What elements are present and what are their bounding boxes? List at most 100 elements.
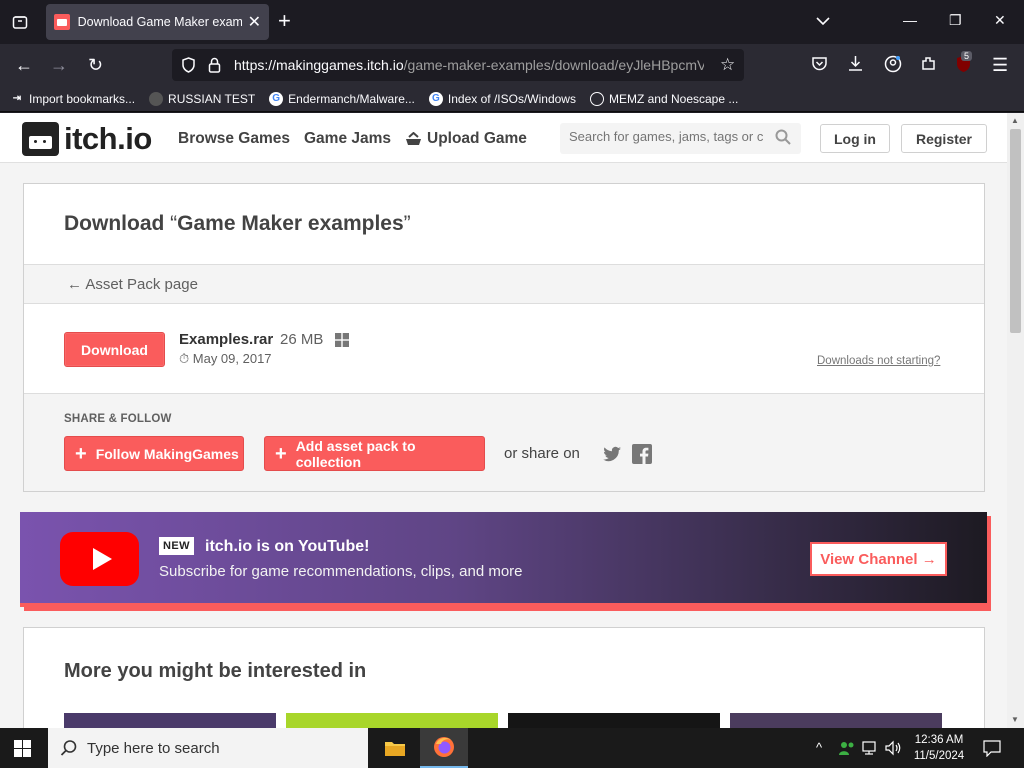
bookmark-item[interactable]: MEMZ and Noescape ...	[589, 91, 738, 106]
itch-logo[interactable]: itch.io	[22, 121, 152, 157]
notifications-icon[interactable]	[983, 740, 1001, 760]
itch-favicon-icon	[54, 14, 70, 30]
account-icon[interactable]	[884, 55, 902, 77]
taskbar-clock[interactable]: 12:36 AM 11/5/2024	[906, 732, 972, 764]
forward-arrow-icon[interactable]: →	[50, 55, 68, 75]
extension-badge: 5	[961, 51, 973, 61]
clock-time: 12:36 AM	[914, 734, 964, 746]
login-button[interactable]: Log in	[820, 124, 890, 153]
downloads-help-link[interactable]: Downloads not starting?	[817, 355, 940, 367]
download-panel: Download “Game Maker examples” ← Asset P…	[23, 183, 985, 492]
google-icon: G	[269, 91, 284, 106]
youtube-logo-icon	[60, 532, 139, 586]
browser-tab-bar: Download Game Maker examples ✕ + — ❐ ✕	[0, 0, 1024, 44]
logo-text: itch.io	[64, 121, 152, 156]
chevron-down-icon[interactable]	[816, 13, 830, 31]
share-title: SHARE & FOLLOW	[64, 413, 172, 425]
windows-start-icon[interactable]	[14, 740, 31, 757]
taskbar-search[interactable]: Type here to search	[48, 728, 368, 768]
bookmarks-bar: ⇥ Import bookmarks... RUSSIAN TEST G End…	[0, 86, 1024, 112]
register-button[interactable]: Register	[901, 124, 987, 153]
recommendations-panel: More you might be interested in	[23, 627, 985, 728]
youtube-banner: NEW itch.io is on YouTube! Subscribe for…	[20, 512, 987, 607]
clock-icon: ⏱	[179, 351, 190, 366]
page-title: Download “Game Maker examples”	[64, 212, 411, 235]
bookmark-item[interactable]: G Endermanch/Malware...	[269, 91, 415, 106]
browser-nav-bar: ← → ↻ https://makinggames.itch.io/game-m…	[0, 44, 1024, 86]
nav-upload-game[interactable]: Upload Game	[405, 130, 527, 148]
scroll-down-icon[interactable]: ▼	[1011, 715, 1019, 724]
shield-icon[interactable]	[181, 57, 196, 78]
recommendations-title: More you might be interested in	[64, 660, 367, 682]
reload-icon[interactable]: ↻	[88, 55, 103, 75]
file-name: Examples.rar	[179, 331, 274, 348]
search-icon[interactable]	[775, 129, 791, 145]
banner-title: itch.io is on YouTube!	[205, 538, 370, 555]
scrollbar-thumb[interactable]	[1010, 129, 1021, 333]
clock-date: 11/5/2024	[913, 750, 965, 762]
minimize-icon[interactable]: —	[903, 12, 917, 28]
follow-button[interactable]: + Follow MakingGames	[64, 436, 244, 471]
game-thumbnail[interactable]	[286, 713, 498, 728]
bookmark-item[interactable]: G Index of /ISOs/Windows	[428, 91, 576, 106]
menu-icon[interactable]: ☰	[992, 55, 1008, 75]
restore-icon[interactable]: ❐	[949, 12, 962, 29]
file-size: 26 MB	[280, 331, 324, 348]
chevron-up-icon[interactable]: ^	[816, 740, 822, 755]
url-bar[interactable]: https://makinggames.itch.io/game-maker-e…	[172, 49, 744, 81]
globe-icon	[149, 91, 164, 106]
back-arrow-icon[interactable]: ←	[15, 55, 33, 75]
page-viewport: itch.io Browse Games Game Jams Upload Ga…	[0, 113, 1007, 728]
game-thumbnail[interactable]	[64, 713, 276, 728]
twitter-icon[interactable]	[602, 444, 622, 464]
add-to-collection-button[interactable]: + Add asset pack to collection	[264, 436, 485, 471]
import-icon: ⇥	[12, 93, 22, 104]
new-tab-icon[interactable]: +	[278, 10, 291, 32]
nav-game-jams[interactable]: Game Jams	[304, 130, 391, 148]
windows-taskbar: Type here to search ^ 12:36 AM 11/5/2024	[0, 728, 1024, 768]
game-thumbnail[interactable]	[508, 713, 720, 728]
new-badge: NEW	[159, 537, 194, 555]
windows-icon	[335, 333, 349, 347]
extensions-icon[interactable]	[920, 55, 937, 76]
volume-icon[interactable]	[885, 740, 903, 759]
itch-store-icon	[22, 122, 59, 156]
page-scrollbar[interactable]: ▲ ▼	[1007, 113, 1024, 728]
search-box[interactable]	[560, 123, 801, 154]
bookmark-star-icon[interactable]: ☆	[720, 55, 735, 75]
people-icon[interactable]	[838, 740, 856, 759]
view-channel-button[interactable]: View Channel →	[810, 542, 947, 576]
search-input[interactable]	[569, 129, 769, 144]
share-section: SHARE & FOLLOW + Follow MakingGames + Ad…	[24, 393, 984, 491]
scroll-up-icon[interactable]: ▲	[1011, 116, 1019, 125]
facebook-icon[interactable]	[632, 444, 652, 464]
site-header: itch.io Browse Games Game Jams Upload Ga…	[0, 113, 1007, 163]
or-share-label: or share on	[504, 445, 580, 462]
bookmark-item[interactable]: RUSSIAN TEST	[149, 91, 255, 106]
asset-pack-link[interactable]: ← Asset Pack page	[67, 276, 198, 293]
globe-icon	[589, 91, 604, 106]
nav-browse-games[interactable]: Browse Games	[178, 130, 290, 148]
plus-icon: +	[75, 442, 87, 465]
list-all-tabs-icon[interactable]	[6, 8, 34, 36]
browser-tab[interactable]: Download Game Maker examples ✕	[46, 4, 269, 40]
search-icon	[60, 740, 77, 756]
lock-icon[interactable]	[208, 57, 221, 78]
close-window-icon[interactable]: ✕	[994, 12, 1006, 29]
file-date: ⏱ May 09, 2017	[179, 351, 272, 366]
firefox-icon[interactable]	[420, 728, 468, 768]
game-thumbnail[interactable]	[730, 713, 942, 728]
file-explorer-icon[interactable]	[371, 728, 419, 768]
network-icon[interactable]	[862, 740, 880, 759]
banner-subtitle: Subscribe for game recommendations, clip…	[159, 563, 523, 580]
bookmark-item[interactable]: ⇥ Import bookmarks...	[10, 92, 135, 106]
close-tab-icon[interactable]: ✕	[248, 12, 261, 32]
google-icon: G	[428, 91, 443, 106]
download-button[interactable]: Download	[64, 332, 165, 367]
tab-title: Download Game Maker examples	[77, 15, 242, 29]
pocket-icon[interactable]	[811, 55, 828, 76]
downloads-icon[interactable]	[847, 55, 864, 76]
url-text[interactable]: https://makinggames.itch.io/game-maker-e…	[234, 57, 704, 73]
plus-icon: +	[275, 442, 287, 465]
upload-icon	[406, 132, 421, 145]
